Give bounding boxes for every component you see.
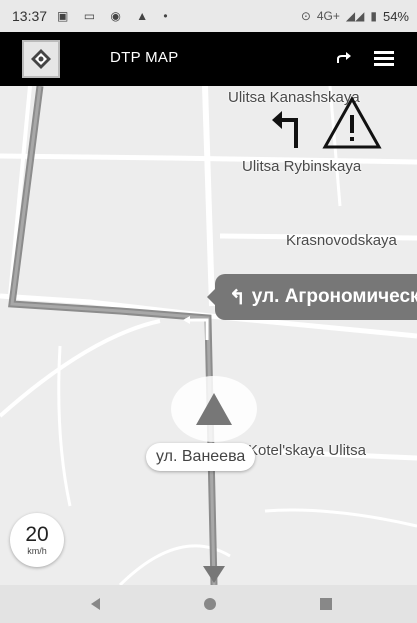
app-logo-icon[interactable]	[22, 40, 60, 78]
turn-left-icon	[272, 111, 298, 148]
app-title: DTP MAP	[110, 49, 179, 66]
battery-percent: 54%	[382, 8, 409, 24]
hamburger-menu-icon[interactable]	[373, 47, 395, 69]
navigation-arrow-icon	[196, 393, 232, 425]
share-arrow-icon[interactable]	[334, 48, 354, 68]
status-notification-icons: ▣ ▭ ◉ ▲ •	[57, 9, 174, 23]
speed-indicator: 20 km/h	[10, 513, 64, 567]
warning-triangle-icon	[322, 96, 382, 149]
recents-icon[interactable]	[318, 596, 334, 612]
current-street-badge: ул. Ванеева	[146, 443, 256, 471]
status-bar: 13:37 ▣ ▭ ◉ ▲ • ⊙ 4G+ ◢◢ ▮ 54%	[0, 0, 417, 32]
street-label-kotelskaya: Kotel'skaya Ulitsa	[248, 442, 366, 459]
street-label-rybinskaya: Ulitsa Rybinskaya	[242, 158, 362, 175]
network-label: 4G+	[316, 9, 340, 23]
speed-value: 20	[25, 523, 49, 546]
battery-icon: ▮	[370, 9, 377, 23]
system-nav-bar	[0, 585, 417, 623]
status-right-group: ⊙ 4G+ ◢◢ ▮ 54%	[301, 9, 409, 24]
next-turn-banner[interactable]: ↰ ул. Агрономическая	[215, 274, 417, 320]
speed-unit: km/h	[27, 546, 47, 556]
home-icon[interactable]	[202, 596, 218, 612]
turn-left-small-icon: ↰	[229, 286, 246, 309]
location-icon: ⊙	[300, 9, 311, 23]
app-bar: DTP MAP	[0, 32, 417, 86]
next-turn-street: ул. Агрономическая	[251, 286, 417, 307]
street-label-krasnovodskaya: Krasnovodskaya	[286, 232, 397, 249]
map-view[interactable]: Ulitsa Kanashskaya Ulitsa Rybinskaya Kra…	[0, 86, 417, 585]
current-street-label: ул. Ванеева	[156, 448, 246, 465]
signal-icon: ◢◢	[345, 9, 365, 23]
back-icon[interactable]	[88, 596, 104, 612]
status-time: 13:37	[12, 8, 48, 24]
position-marker	[171, 376, 257, 442]
